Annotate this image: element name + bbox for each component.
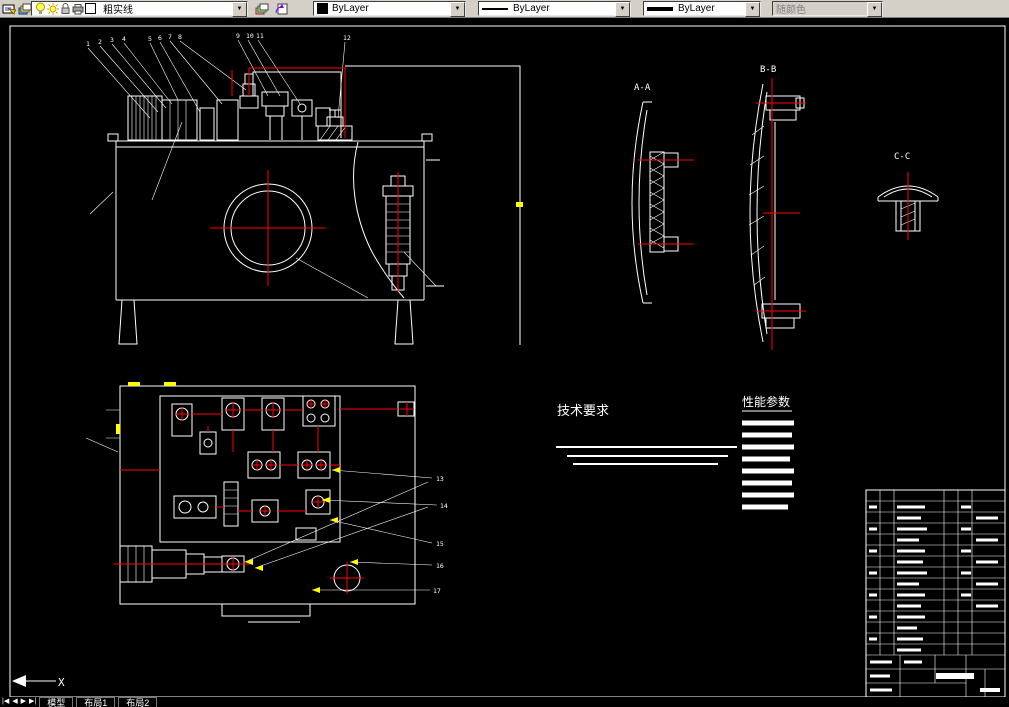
callout-number: 5 (148, 35, 152, 43)
tank-top-outline[interactable] (119, 385, 416, 605)
title-block[interactable] (865, 489, 1006, 698)
plot-style-control: 随颜色 ▼ (772, 1, 883, 17)
callout-number: 7 (168, 33, 172, 41)
title-block-grid (866, 490, 1005, 697)
callout-number: 8 (178, 33, 182, 41)
callout-number: 3 (110, 36, 114, 44)
motor-pump-assembly[interactable] (127, 73, 353, 141)
front-view[interactable]: 1 2 3 4 5 6 7 8 9 10 11 12 (86, 32, 523, 345)
callout-number: 1 (86, 40, 90, 48)
linetype-sample-icon (482, 7, 508, 10)
callout-number: 4 (122, 35, 126, 43)
lineweight-control-dropdown-arrow[interactable]: ▼ (745, 2, 760, 17)
layer-previous-button[interactable] (273, 1, 289, 16)
grip-point[interactable] (516, 202, 523, 207)
layers-icon (18, 3, 32, 14)
lineweight-control[interactable]: ByLayer ▼ (643, 1, 761, 17)
section-label-bb[interactable]: B-B (760, 65, 776, 75)
performance-params-title[interactable]: 性能参数 (742, 394, 790, 409)
tab-nav-last-icon[interactable]: ▶| (29, 697, 36, 707)
ucs-x-arrow (12, 675, 26, 687)
layout-tab-bar: |◀ ◀ ▶ ▶| 模型 布局1 布局2 (0, 697, 1009, 707)
callout-number: 11 (256, 32, 264, 40)
lineweight-sample-icon (647, 6, 673, 11)
layer-control-dropdown-arrow[interactable]: ▼ (232, 2, 247, 17)
drawing-border-frame[interactable] (9, 25, 1006, 698)
tab-layout2[interactable]: 布局2 (118, 697, 158, 707)
ucs-x-label: X (58, 676, 65, 689)
tab-layout1[interactable]: 布局1 (76, 697, 116, 707)
title-block-cell-text (869, 505, 998, 692)
performance-parameters[interactable]: 性能参数 (742, 394, 794, 510)
tab-nav-first-icon[interactable]: |◀ (2, 697, 9, 707)
make-object-layer-current-button[interactable] (1, 1, 17, 16)
linetype-control[interactable]: ByLayer ▼ (478, 1, 631, 17)
callout-number: 2 (98, 38, 102, 46)
section-view-aa[interactable]: A-A (631, 83, 694, 304)
valve-blocks[interactable] (171, 395, 415, 541)
callout-number: 9 (236, 32, 240, 40)
technical-requirements[interactable]: 技术要求 (556, 403, 737, 465)
grip-point[interactable] (128, 382, 140, 386)
color-control-dropdown-arrow[interactable]: ▼ (450, 2, 465, 17)
color-control[interactable]: ByLayer ▼ (313, 1, 466, 17)
callout-number: 17 (433, 587, 441, 595)
tech-requirements-title[interactable]: 技术要求 (557, 403, 609, 418)
tab-model[interactable]: 模型 (39, 697, 74, 707)
grip-point[interactable] (164, 382, 176, 386)
color-control-value: ByLayer (332, 3, 369, 14)
section-label-aa[interactable]: A-A (634, 83, 651, 93)
lineweight-control-value: ByLayer (678, 3, 715, 14)
layer-control-value: 粗实线 (103, 5, 133, 16)
callout-number: 12 (343, 34, 351, 42)
layer-states-button[interactable] (254, 1, 270, 16)
make-layer-current-icon (2, 4, 16, 15)
section-view-bb[interactable]: B-B (748, 65, 806, 350)
layer-plot-printer-icon[interactable] (72, 3, 84, 15)
callout-number: 10 (246, 32, 254, 40)
pipe-run[interactable] (252, 71, 342, 138)
tab-nav-prev-icon[interactable]: ◀ (12, 697, 17, 707)
layer-status-icons (35, 2, 100, 15)
callout-number: 14 (440, 502, 448, 510)
layer-properties-toolbar: 粗实线 ▼ ByLayer ▼ ByLayer ▼ ByLayer ▼ 随颜色 … (0, 0, 1009, 18)
top-view[interactable]: 13 14 15 16 17 (85, 382, 448, 623)
section-view-cc[interactable]: C-C (877, 152, 939, 240)
callout-number: 13 (436, 475, 444, 483)
layer-control[interactable]: 粗实线 ▼ (31, 1, 248, 17)
ucs-icon: X (12, 675, 65, 689)
callout-number: 6 (158, 34, 162, 42)
view-boundary-line[interactable] (345, 65, 521, 345)
layer-states-icon (255, 3, 269, 14)
layer-previous-icon (275, 3, 288, 14)
section-label-cc[interactable]: C-C (894, 152, 910, 162)
color-swatch-black (317, 3, 328, 14)
layer-color-swatch (85, 3, 96, 14)
model-space-canvas[interactable]: 1 2 3 4 5 6 7 8 9 10 11 12 A-A B-B C-C 1… (0, 0, 1009, 707)
performance-params-rows (742, 420, 794, 510)
callout-number: 16 (436, 562, 444, 570)
plot-style-control-value: 随颜色 (776, 5, 806, 16)
plot-style-dropdown-arrow: ▼ (867, 2, 882, 17)
tab-nav-next-icon[interactable]: ▶ (21, 697, 26, 707)
layer-on-bulb-icon[interactable] (35, 2, 46, 15)
tech-requirements-text-lines (556, 446, 737, 465)
layer-freeze-sun-icon[interactable] (47, 2, 59, 15)
layer-lock-icon[interactable] (60, 2, 71, 15)
leader-lines (87, 39, 437, 299)
callout-number: 15 (436, 540, 444, 548)
grip-point[interactable] (116, 424, 120, 434)
linetype-control-value: ByLayer (513, 3, 550, 14)
linetype-control-dropdown-arrow[interactable]: ▼ (615, 2, 630, 17)
